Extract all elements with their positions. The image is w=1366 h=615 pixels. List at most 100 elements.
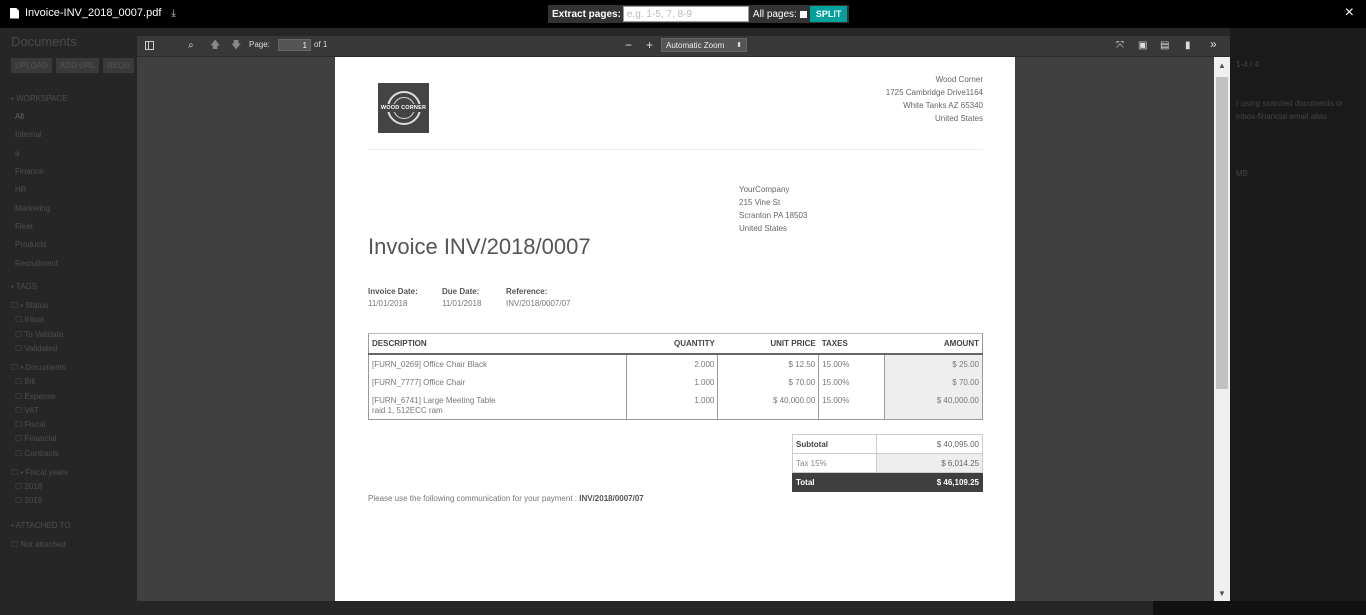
workspace-item: Internal [15, 130, 42, 139]
column-header: UNIT PRICE [717, 333, 819, 355]
request-button: REQU [103, 58, 135, 73]
line-taxes: 15.00% [818, 354, 886, 376]
page-number-input[interactable]: 1 [278, 39, 311, 51]
column-header: AMOUNT [884, 333, 983, 355]
line-description: [FURN_7777] Office Chair [367, 376, 628, 394]
column-header: TAXES [818, 333, 885, 355]
page-count: of 1 [314, 40, 328, 49]
table-row: [FURN_6741] Large Meeting Table raid 1, … [367, 394, 983, 420]
workspace-item: All [15, 112, 24, 121]
search-icon[interactable]: ⌕ [188, 40, 194, 52]
workspace-item: a [15, 149, 20, 158]
tags-heading: ▪ TAGS [11, 282, 38, 291]
total-value: $ 46,109.25 [875, 472, 984, 492]
tag-item: ☐ Bill [15, 377, 36, 386]
line-description: [FURN_6741] Large Meeting Table [372, 396, 496, 405]
line-description: [FURN_0269] Office Chair Black [367, 354, 628, 376]
invoice-title: Invoice INV/2018/0007 [368, 234, 591, 259]
extract-pages-label: Extract pages: [552, 8, 621, 20]
line-extra-description: raid 1, 512ECC ram [372, 406, 443, 415]
file-name: Invoice-INV_2018_0007.pdf [25, 7, 162, 19]
sidebar-toggle-icon[interactable] [145, 41, 154, 50]
customer-line: Scranton PA 18503 [739, 211, 808, 220]
logo-text: WOOD CORNER [380, 104, 427, 112]
due-date-value: 11/01/2018 [442, 299, 482, 308]
vendor-line: White Tanks AZ 65340 [903, 101, 983, 110]
reference-value: INV/2018/0007/07 [506, 299, 571, 308]
invoice-date-block: Invoice Date: 11/01/2018 [368, 286, 418, 310]
table-header-row: DESCRIPTION QUANTITY UNIT PRICE TAXES AM… [367, 333, 983, 355]
split-button[interactable]: SPLIT [809, 6, 848, 22]
scrollbar-thumb[interactable] [1216, 77, 1228, 389]
download-pdf-icon[interactable]: ▤ [1160, 40, 1169, 52]
total-label: Total [792, 472, 877, 492]
workspace-item: Finance [15, 167, 44, 176]
background-sidebar: Documents UPLOAD ADD URL REQU ▪ WORKSPAC… [0, 28, 137, 615]
customer-line: YourCompany [739, 185, 790, 194]
payment-communication: Please use the following communication f… [368, 494, 644, 503]
line-description-cell: [FURN_6741] Large Meeting Table raid 1, … [367, 394, 628, 420]
tag-item: ☐ 2019 [15, 496, 43, 505]
column-header: QUANTITY [626, 333, 718, 355]
previous-page-icon[interactable]: 🡅 [210, 40, 220, 52]
header-divider [368, 149, 983, 150]
zoom-value: Automatic Zoom [666, 41, 725, 50]
tax-value: $ 6,014.25 [875, 453, 984, 473]
workspace-item: Marketing [15, 204, 51, 213]
all-pages-label: All pages: [752, 8, 797, 20]
tag-item: ☐ 2018 [15, 482, 43, 491]
total-row: Total $ 46,109.25 [792, 472, 984, 492]
workspace-heading: ▪ WORKSPACE [11, 94, 68, 103]
workspace-item: Fleet [15, 222, 33, 231]
workspace-item: HR [15, 185, 27, 194]
bookmark-icon[interactable]: ▮ [1185, 40, 1191, 52]
tools-menu-icon[interactable]: » [1210, 38, 1217, 50]
tag-item: ☐ To Validate [15, 330, 64, 339]
scroll-down-icon[interactable]: ▼ [1218, 589, 1226, 598]
scroll-up-icon[interactable]: ▲ [1218, 61, 1226, 70]
tax-row: Tax 15% $ 6,014.25 [792, 453, 984, 473]
line-quantity: 1.000 [626, 376, 719, 394]
extract-pages-input[interactable] [622, 6, 749, 22]
table-row: [FURN_7777] Office Chair 1.000 $ 70.00 1… [367, 376, 983, 394]
totals-table: Subtotal $ 40,095.00 Tax 15% $ 6,014.25 … [792, 434, 984, 492]
chevron-updown-icon: ⬍ [736, 42, 742, 49]
attached-heading: ▪ ATTACHED TO [11, 521, 71, 530]
pager: 1-4 / 4 [1236, 60, 1259, 69]
fullscreen-icon[interactable]: ⤧ [1116, 40, 1124, 52]
line-unit-price: $ 12.50 [717, 354, 820, 376]
pdf-page: WOOD CORNER Wood Corner 1725 Cambridge D… [335, 57, 1015, 601]
viewer-toolbar: ⌕ 🡅 🡇 Page: 1 of 1 − + Automatic Zoom ⬍ … [137, 36, 1230, 57]
table-row: [FURN_0269] Office Chair Black 2.000 $ 1… [367, 354, 983, 376]
tag-item: ☐ VAT [15, 406, 39, 415]
reference-block: Reference: INV/2018/0007/07 [506, 286, 571, 310]
tag-item: ☐ Inbox [15, 315, 44, 324]
tag-group: ☐ ▪ Status [11, 301, 49, 310]
pdf-viewer: ⌕ 🡅 🡇 Page: 1 of 1 − + Automatic Zoom ⬍ … [137, 36, 1230, 601]
upload-button: UPLOAD [11, 58, 52, 73]
zoom-select[interactable]: Automatic Zoom ⬍ [661, 38, 747, 52]
workspace-item: Products [15, 240, 47, 249]
preview-topbar: Invoice-INV_2018_0007.pdf ⤓ Extract page… [0, 0, 1366, 28]
invoice-date-label: Invoice Date: [368, 287, 418, 296]
close-icon[interactable]: × [1345, 4, 1354, 22]
line-taxes: 15.00% [818, 376, 886, 394]
download-icon[interactable]: ⤓ [171, 8, 175, 19]
workspace-item: Recruitment [15, 259, 59, 268]
all-pages-checkbox[interactable] [799, 10, 807, 18]
zoom-out-button[interactable]: − [625, 39, 632, 51]
all-pages-toggle[interactable]: All pages: [753, 9, 807, 20]
line-amount: $ 40,000.00 [884, 394, 983, 420]
tax-label: Tax 15% [792, 453, 877, 473]
line-taxes: 15.00% [818, 394, 886, 420]
next-page-icon[interactable]: 🡇 [231, 40, 241, 52]
zoom-in-button[interactable]: + [646, 39, 653, 51]
tag-group: ☐ ▪ Documents [11, 363, 66, 372]
vertical-scrollbar[interactable]: ▲ ▼ [1214, 57, 1230, 601]
vendor-line: Wood Corner [935, 75, 983, 84]
open-file-icon[interactable]: ▣ [1138, 40, 1147, 52]
tag-item: ☐ Expense [15, 392, 56, 401]
line-amount: $ 70.00 [884, 376, 983, 394]
background-footer [1153, 601, 1366, 615]
line-quantity: 1.000 [626, 394, 719, 420]
